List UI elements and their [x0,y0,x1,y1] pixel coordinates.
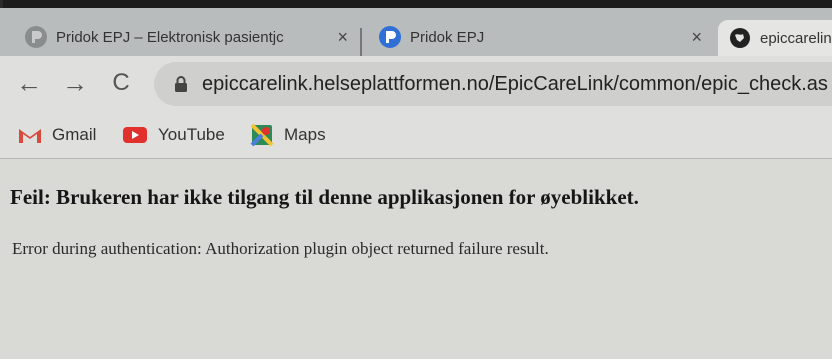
maps-icon [250,123,274,147]
tab-separator [360,28,362,58]
pridok-icon [379,26,401,48]
bookmark-label: YouTube [158,125,225,144]
tab-pridok-epj[interactable]: Pridok EPJ × [368,18,708,56]
tab-pridok-elektronisk[interactable]: Pridok EPJ – Elektronisk pasientjc × [14,18,354,56]
browser-window: Pridok EPJ – Elektronisk pasientjc × Pri… [0,0,832,359]
page-content: Feil: Brukeren har ikke tilgang til denn… [0,159,832,359]
bookmark-label: Gmail [52,125,97,144]
screen-bezel [0,0,832,8]
reload-button[interactable]: C [106,68,136,98]
bookmark-youtube[interactable]: YouTube [122,122,225,148]
url-text[interactable]: epiccarelink.helseplattformen.no/EpicCar… [202,73,828,96]
toolbar: ← → C epiccarelink.helseplattformen.no/E… [0,56,832,112]
tab-title: Pridok EPJ – Elektronisk pasientjc [56,28,284,46]
bookmark-label: Maps [284,125,326,144]
tab-title: epiccarelink [760,29,832,47]
close-icon[interactable]: × [691,27,702,48]
tab-title: Pridok EPJ [410,28,485,46]
globe-icon [730,28,750,48]
error-heading: Feil: Brukeren har ikke tilgang til denn… [10,185,639,209]
back-button[interactable]: ← [14,68,44,98]
bookmarks-bar: Gmail YouTube Maps [0,112,832,159]
tab-strip: Pridok EPJ – Elektronisk pasientjc × Pri… [0,8,832,58]
tab-epiccarelink[interactable]: epiccarelink [718,20,832,56]
lock-icon[interactable] [172,75,190,93]
youtube-icon [123,127,147,143]
close-icon[interactable]: × [337,27,348,48]
bookmark-gmail[interactable]: Gmail [18,122,96,148]
gmail-icon [19,129,41,143]
address-bar[interactable]: epiccarelink.helseplattformen.no/EpicCar… [154,62,832,106]
bookmark-maps[interactable]: Maps [250,122,326,148]
error-message: Error during authentication: Authorizati… [12,239,549,258]
forward-button[interactable]: → [60,68,90,98]
pridok-icon [25,26,47,48]
